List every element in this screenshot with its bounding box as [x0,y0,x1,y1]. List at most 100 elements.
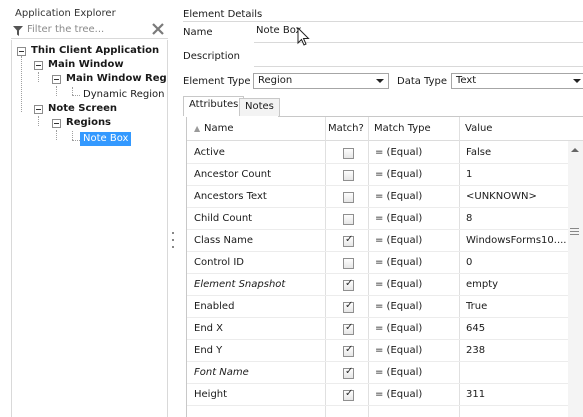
tab-notes[interactable]: Notes [239,98,280,116]
table-row[interactable]: Control ID = (Equal) 0 [187,252,583,274]
attribute-value[interactable] [466,362,578,384]
attribute-name: Active [194,147,225,158]
data-type-select[interactable]: Text [451,73,583,89]
table-row[interactable]: Element Snapshot = (Equal) empty [187,274,583,296]
match-type[interactable]: = (Equal) [375,296,422,318]
element-details-title: Element Details [183,9,263,20]
match-checkbox[interactable] [343,344,354,357]
attribute-name: Child Count [194,213,253,224]
description-label: Description [183,51,240,62]
table-row[interactable]: Child Count = (Equal) 8 [187,208,583,230]
table-row[interactable]: Ancestor Count = (Equal) 1 [187,164,583,186]
clear-filter-icon[interactable] [151,22,165,36]
match-checkbox[interactable] [343,366,354,379]
chevron-down-icon [376,79,384,83]
explorer-title: Application Explorer [15,8,116,19]
match-type[interactable]: = (Equal) [375,318,422,340]
attribute-value[interactable]: WindowsForms10.... [466,230,578,252]
table-row[interactable]: Active = (Equal) False [187,142,583,164]
match-type[interactable]: = (Equal) [375,340,422,362]
attribute-name: Enabled [194,301,235,312]
chevron-down-icon [573,79,581,83]
match-type[interactable]: = (Equal) [375,384,422,406]
attribute-value[interactable]: <UNKNOWN> [466,186,578,208]
scroll-thumb-grip[interactable] [570,228,579,236]
table-row[interactable]: Font Name = (Equal) [187,362,583,384]
filter-input[interactable]: Filter the tree... [27,24,104,35]
attribute-value[interactable]: 311 [466,384,578,406]
match-checkbox[interactable] [343,300,354,313]
attribute-name: Ancestors Text [194,191,267,202]
match-checkbox[interactable] [343,388,354,401]
match-checkbox[interactable] [343,170,354,181]
table-row[interactable]: Height = (Equal) 311 [187,384,583,406]
attribute-value[interactable]: 1 [466,164,578,186]
collapse-main-window-icon[interactable] [34,61,43,70]
attribute-value[interactable]: 8 [466,208,578,230]
collapse-regions-icon[interactable] [52,119,61,128]
attribute-name: Font Name [194,367,249,378]
table-row[interactable]: Enabled = (Equal) True [187,296,583,318]
attribute-name: Class Name [194,235,253,246]
match-type[interactable]: = (Equal) [375,142,422,164]
tree-node-thin-client-application[interactable]: Thin Client Application [31,44,159,58]
match-type[interactable]: = (Equal) [375,208,422,230]
match-checkbox[interactable] [343,148,354,159]
table-row[interactable]: End Y = (Equal) 238 [187,340,583,362]
tree-node-main-window-region[interactable]: Main Window Region [66,72,167,86]
description-field[interactable] [254,66,583,67]
attribute-value[interactable]: False [466,142,578,164]
tab-attributes[interactable]: Attributes [183,96,245,116]
column-header-name[interactable]: Name [204,117,234,141]
application-explorer-panel: Application Explorer Filter the tree... … [0,0,168,417]
filter-icon [13,26,23,36]
match-checkbox[interactable] [343,234,354,247]
collapse-main-window-region-icon[interactable] [52,75,61,84]
attribute-name: Height [194,389,228,400]
attribute-value[interactable]: empty [466,274,578,296]
tree-filter[interactable]: Filter the tree... [11,22,168,39]
attribute-name: Ancestor Count [194,169,272,180]
table-row[interactable]: End X = (Equal) 645 [187,318,583,340]
tree-node-dynamic-region[interactable]: Dynamic Region [83,88,165,102]
match-checkbox[interactable] [343,278,354,291]
attribute-value[interactable]: 0 [466,252,578,274]
match-checkbox[interactable] [343,192,354,203]
name-field[interactable]: Note Box [256,25,301,36]
tree-node-note-box[interactable]: Note Box [80,132,132,146]
match-checkbox[interactable] [343,322,354,335]
attribute-value[interactable]: True [466,296,578,318]
attribute-name: End X [194,323,224,334]
attributes-grid: ▲ Name Match? Match Type Value Active = (… [186,117,583,417]
mouse-cursor-icon [297,27,310,46]
match-type[interactable]: = (Equal) [375,164,422,186]
attribute-value[interactable]: 645 [466,318,578,340]
match-checkbox[interactable] [343,258,354,269]
attribute-value[interactable]: 238 [466,340,578,362]
match-type[interactable]: = (Equal) [375,186,422,208]
panel-splitter-handle[interactable] [172,232,175,256]
grid-header: ▲ Name Match? Match Type Value [187,117,583,141]
attribute-name: Element Snapshot [194,279,286,290]
match-checkbox[interactable] [343,214,354,225]
tree-node-regions[interactable]: Regions [66,116,111,130]
sort-ascending-icon: ▲ [194,124,201,133]
column-header-value[interactable]: Value [465,117,492,141]
column-header-match-type[interactable]: Match Type [374,117,431,141]
element-type-label: Element Type [183,76,251,87]
table-row[interactable]: Ancestors Text = (Equal) <UNKNOWN> [187,186,583,208]
tree-node-note-screen[interactable]: Note Screen [48,102,117,116]
collapse-note-screen-icon[interactable] [34,105,43,114]
tree-node-main-window[interactable]: Main Window [48,58,124,72]
match-type[interactable]: = (Equal) [375,362,422,384]
match-type[interactable]: = (Equal) [375,252,422,274]
match-type[interactable]: = (Equal) [375,274,422,296]
element-type-select[interactable]: Region [253,73,389,89]
table-row[interactable]: Class Name = (Equal) WindowsForms10.... [187,230,583,252]
attribute-name: Control ID [194,257,244,268]
grid-vertical-scrollbar[interactable] [568,141,583,417]
match-type[interactable]: = (Equal) [375,230,422,252]
scroll-up-icon[interactable] [571,148,579,152]
column-header-match[interactable]: Match? [328,117,364,141]
collapse-thin-client-icon[interactable] [17,47,26,56]
